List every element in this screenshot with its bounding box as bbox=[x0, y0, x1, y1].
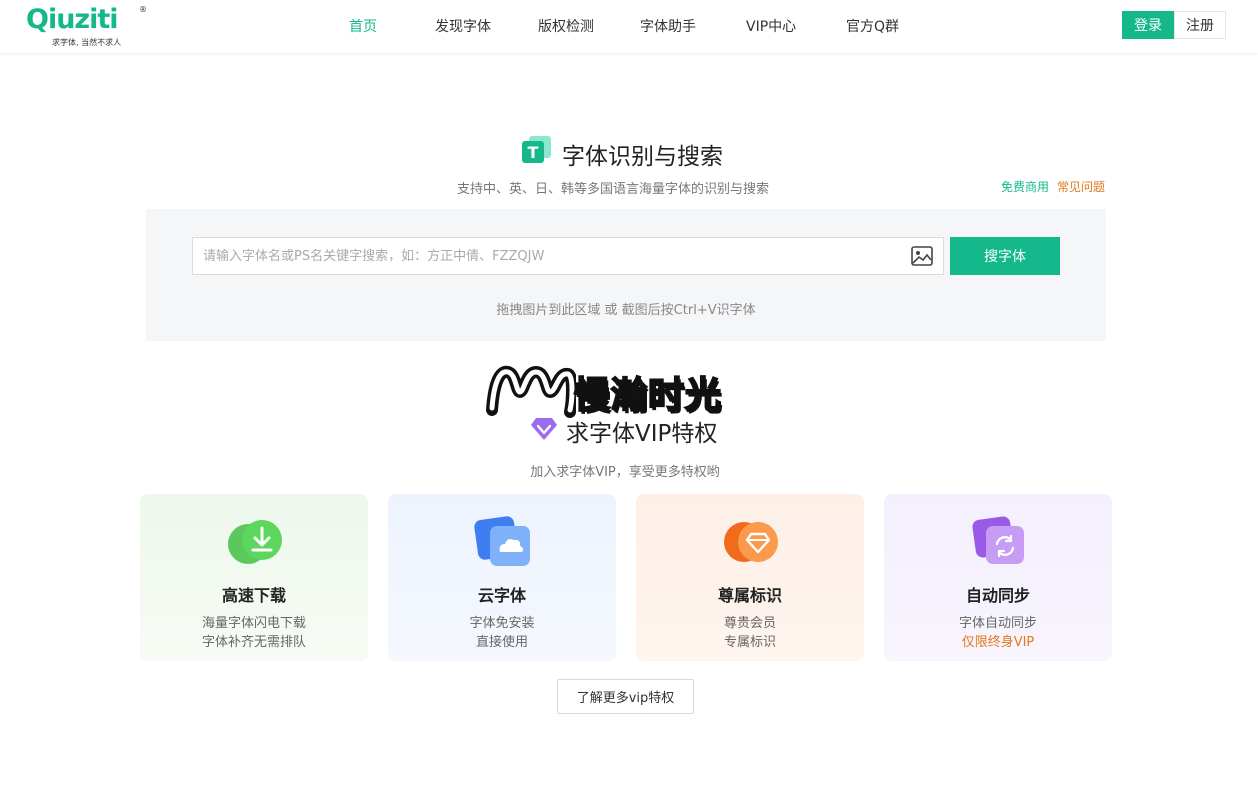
vip-card-auto-sync: 自动同步 字体自动同步 仅限终身VIP bbox=[884, 494, 1112, 661]
card-desc-line2: 专属标识 bbox=[723, 635, 776, 650]
vip-card-fast-download: 高速下载 海量字体闪电下载 字体补齐无需排队 bbox=[140, 494, 368, 661]
faq-link[interactable]: 常见问题 bbox=[1057, 178, 1105, 195]
card-title: 高速下载 bbox=[221, 586, 286, 605]
nav-font-assistant[interactable]: 字体助手 bbox=[640, 16, 696, 36]
card-desc-line2: 字体补齐无需排队 bbox=[201, 635, 306, 650]
card-desc-line2: 直接使用 bbox=[475, 635, 528, 650]
card-desc-line1: 字体免安装 bbox=[469, 616, 535, 631]
top-header: Qiuziti ® 求字体, 当然不求人 首页 发现字体 版权检测 字体助手 V… bbox=[0, 0, 1258, 53]
font-t-icon: T bbox=[522, 136, 551, 163]
search-section-title: 字体识别与搜索 bbox=[562, 144, 723, 170]
card-desc-line1: 尊贵会员 bbox=[723, 616, 776, 631]
nav-vip-center[interactable]: VIP中心 bbox=[746, 16, 796, 36]
search-font-button[interactable]: 搜字体 bbox=[950, 237, 1060, 275]
logo-slogan: 求字体, 当然不求人 bbox=[52, 38, 122, 47]
login-button[interactable]: 登录 bbox=[1122, 11, 1174, 39]
sync-icon bbox=[972, 516, 1024, 564]
drag-drop-hint: 拖拽图片到此区域 或 截图后按Ctrl+V识字体 bbox=[496, 303, 756, 318]
logo-registered-mark: ® bbox=[139, 5, 147, 14]
cloud-icon bbox=[474, 516, 530, 566]
card-desc-line1: 字体自动同步 bbox=[958, 616, 1037, 631]
card-title: 云字体 bbox=[477, 586, 526, 605]
vip-section-subtitle: 加入求字体VIP，享受更多特权哟 bbox=[530, 465, 720, 480]
logo[interactable]: Qiuziti ® 求字体, 当然不求人 bbox=[26, 4, 148, 48]
card-desc-line1: 海量字体闪电下载 bbox=[201, 616, 306, 631]
logo-text: Qiuziti bbox=[26, 4, 119, 35]
search-section-subtitle: 支持中、英、日、韩等多国语言海量字体的识别与搜索 bbox=[457, 182, 770, 197]
card-desc-line2: 仅限终身VIP bbox=[961, 635, 1035, 650]
nav-home[interactable]: 首页 bbox=[349, 16, 377, 36]
download-icon bbox=[228, 520, 282, 564]
font-search-input[interactable] bbox=[192, 237, 944, 275]
vip-diamond-icon bbox=[531, 418, 557, 440]
free-commercial-link[interactable]: 免费商用 bbox=[1001, 178, 1049, 195]
card-title: 自动同步 bbox=[965, 586, 1030, 605]
card-title: 尊属标识 bbox=[717, 586, 782, 605]
vip-card-cloud-font: 云字体 字体免安装 直接使用 bbox=[388, 494, 616, 661]
vip-section-title: 求字体VIP特权 bbox=[566, 421, 718, 447]
register-button[interactable]: 注册 bbox=[1174, 11, 1226, 39]
diamond-icon bbox=[724, 522, 778, 562]
nav-discover-fonts[interactable]: 发现字体 bbox=[435, 16, 491, 36]
image-upload-icon[interactable] bbox=[911, 246, 933, 266]
vip-card-exclusive-badge: 尊属标识 尊贵会员 专属标识 bbox=[636, 494, 864, 661]
watermark-text: 慢瀚时光 bbox=[573, 374, 723, 417]
nav-qq-group[interactable]: 官方Q群 bbox=[846, 16, 899, 36]
font-t-icon-letter: T bbox=[528, 143, 539, 162]
learn-more-vip-button[interactable]: 了解更多vip特权 bbox=[557, 679, 694, 714]
nav-copyright-check[interactable]: 版权检测 bbox=[538, 16, 594, 36]
search-drop-zone[interactable] bbox=[146, 209, 1106, 341]
watermark-logo-icon bbox=[486, 365, 576, 418]
watermark: 慢瀚时光 bbox=[486, 362, 776, 422]
